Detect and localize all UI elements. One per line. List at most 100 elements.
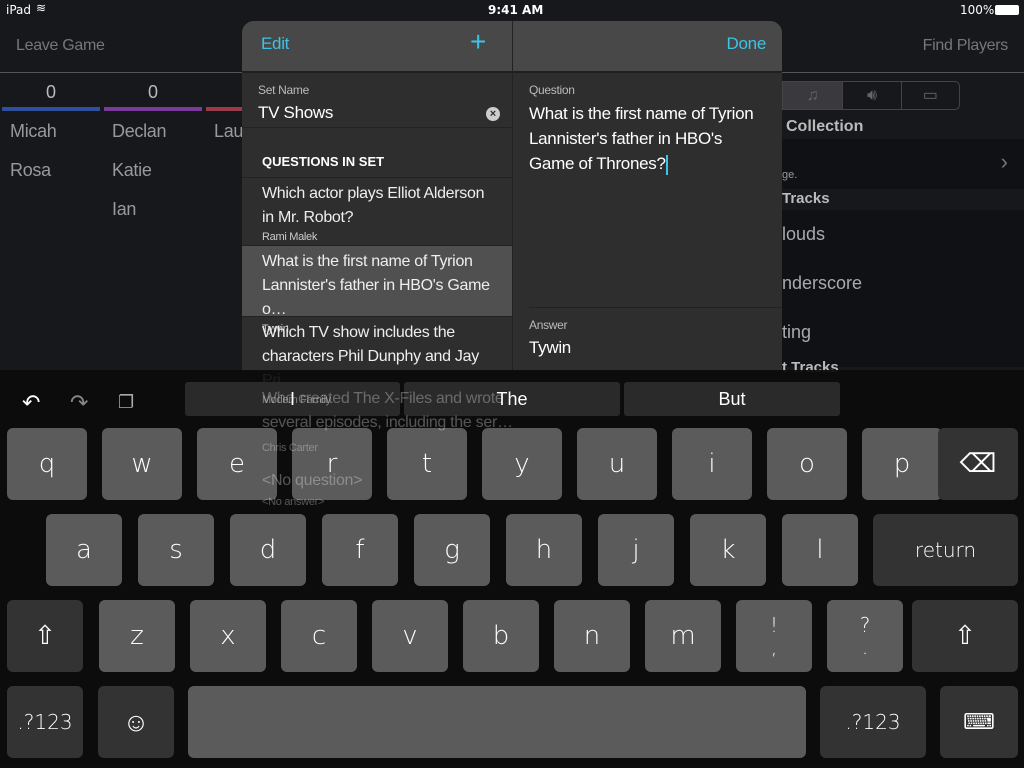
track-item[interactable]: ting — [782, 322, 811, 343]
key[interactable]: z — [99, 600, 175, 672]
tracks-list: louds nderscore ting — [782, 210, 1024, 367]
clear-icon[interactable]: × — [486, 107, 500, 121]
section-header: Tracks — [782, 190, 830, 207]
divider — [512, 73, 513, 371]
row-subtitle: ge. — [782, 169, 798, 181]
set-name-value[interactable]: TV Shows — [258, 103, 333, 123]
behind-text: Chris Carter — [262, 442, 318, 454]
key[interactable]: a — [46, 514, 122, 586]
shift-key[interactable]: ⇧ — [7, 600, 83, 672]
space-key[interactable] — [188, 686, 806, 758]
speaker-icon[interactable]: 🔊︎ — [842, 82, 900, 109]
collection-row[interactable]: ge. › — [782, 139, 1024, 189]
tv-icon[interactable]: ▭ — [900, 82, 959, 109]
clock: 9:41 AM — [488, 3, 544, 17]
key[interactable]: f — [322, 514, 398, 586]
key[interactable]: ! , — [736, 600, 812, 672]
divider — [512, 21, 513, 73]
numbers-key[interactable]: .?123 — [7, 686, 83, 758]
paste-icon[interactable]: ❐ — [118, 392, 134, 413]
player-name[interactable]: Declan — [112, 121, 202, 142]
key[interactable]: k — [690, 514, 766, 586]
set-name-label: Set Name — [258, 83, 309, 97]
key[interactable]: s — [138, 514, 214, 586]
key[interactable]: b — [463, 600, 539, 672]
hide-keyboard-key[interactable]: ⌨ — [940, 686, 1018, 758]
player-name[interactable]: Micah — [10, 121, 100, 142]
key[interactable]: m — [645, 600, 721, 672]
key[interactable]: u — [577, 428, 657, 500]
text-cursor — [665, 154, 668, 175]
return-key[interactable]: return — [873, 514, 1018, 586]
edit-button[interactable]: Edit — [261, 34, 289, 54]
key[interactable]: d — [230, 514, 306, 586]
key[interactable]: o — [767, 428, 847, 500]
question-textarea[interactable]: What is the first name of Tyrion Lannist… — [529, 101, 769, 176]
question-item[interactable]: Which actor plays Elliot Alderson in Mr.… — [242, 178, 512, 246]
question-text: Which actor plays Elliot Alderson in Mr.… — [262, 185, 485, 226]
set-name-field[interactable]: Set Name TV Shows × — [242, 77, 512, 128]
team-1: 0 Declan Katie Ian — [104, 82, 202, 220]
question-item[interactable]: Which TV show includes the characters Ph… — [242, 317, 512, 406]
team-score: 0 — [147, 82, 158, 102]
track-item[interactable]: louds — [782, 224, 825, 245]
answer-label: Answer — [529, 318, 568, 332]
question-label: Question — [529, 83, 575, 97]
section-header: Collection — [786, 118, 864, 135]
done-button[interactable]: Done — [727, 34, 767, 54]
question-item-selected[interactable]: What is the first name of Tyrion Lannist… — [242, 246, 512, 335]
key[interactable]: y — [482, 428, 562, 500]
key[interactable]: w — [102, 428, 182, 500]
key[interactable]: x — [190, 600, 266, 672]
key[interactable]: p — [862, 428, 942, 500]
questions-header: QUESTIONS IN SET — [262, 154, 385, 169]
chevron-right-icon: › — [1000, 149, 1008, 174]
player-name[interactable]: Ian — [112, 199, 202, 220]
key[interactable]: h — [506, 514, 582, 586]
team-0: 0 Micah Rosa — [2, 82, 100, 181]
backspace-key[interactable]: ⌫ — [938, 428, 1018, 500]
key[interactable]: ? . — [827, 600, 903, 672]
team-score: 0 — [45, 82, 56, 102]
behind-text: <No question> — [262, 472, 363, 489]
team-color-bar — [104, 107, 202, 111]
answer-field[interactable]: Tywin — [529, 338, 571, 358]
key[interactable]: i — [672, 428, 752, 500]
suggestion[interactable]: But — [624, 382, 840, 416]
device-label: iPad — [6, 3, 32, 17]
behind-text: several episodes, including the ser… — [262, 414, 513, 431]
player-name[interactable]: Rosa — [10, 160, 100, 181]
divider — [529, 307, 782, 308]
key[interactable]: t — [387, 428, 467, 500]
key[interactable]: v — [372, 600, 448, 672]
add-icon[interactable]: + — [470, 26, 486, 58]
track-item[interactable]: nderscore — [782, 273, 862, 294]
numbers-key-right[interactable]: .?123 — [820, 686, 926, 758]
answer-text: Modern Family — [262, 394, 331, 406]
find-players-button[interactable]: Find Players — [923, 37, 1009, 55]
key[interactable]: l — [782, 514, 858, 586]
behind-text: <No answer> — [262, 496, 325, 508]
battery-percent: 100% — [960, 3, 995, 17]
battery-icon — [995, 5, 1019, 15]
emoji-key[interactable]: ☺ — [98, 686, 174, 758]
shift-key-right[interactable]: ⇧ — [912, 600, 1018, 672]
music-icon[interactable]: ♫ — [783, 82, 843, 109]
key[interactable]: n — [554, 600, 630, 672]
media-segmented-control[interactable]: ♫ 🔊︎ ▭ — [782, 81, 960, 110]
redo-icon[interactable]: ↷ — [70, 390, 88, 416]
key[interactable]: j — [598, 514, 674, 586]
leave-game-button[interactable]: Leave Game — [16, 37, 105, 55]
popover-header: Edit + Done — [242, 21, 782, 73]
question-value: What is the first name of Tyrion Lannist… — [529, 104, 754, 173]
key[interactable]: g — [414, 514, 490, 586]
key[interactable]: c — [281, 600, 357, 672]
wifi-icon: ≋ — [36, 1, 47, 15]
status-bar: iPad ≋ 9:41 AM 100% — [0, 0, 1024, 20]
undo-icon[interactable]: ↶ — [22, 390, 40, 416]
key[interactable]: q — [7, 428, 87, 500]
player-name[interactable]: Katie — [112, 160, 202, 181]
question-set-popover: Edit + Done Set Name TV Shows × QUESTION… — [242, 21, 782, 406]
answer-text: Rami Malek — [262, 231, 318, 243]
team-color-bar — [2, 107, 100, 111]
